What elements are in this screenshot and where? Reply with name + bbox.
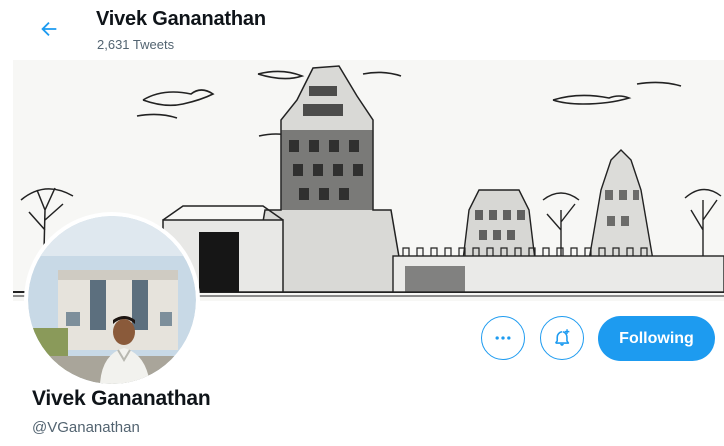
profile-handle: @VGananathan: [32, 419, 140, 436]
header-title: Vivek Gananathan: [96, 8, 266, 30]
arrow-left-icon: [41, 21, 57, 37]
profile-name: Vivek Gananathan: [32, 387, 211, 410]
profile-header-bar: Vivek Gananathan 2,631 Tweets: [0, 0, 724, 58]
notifications-button[interactable]: [540, 316, 584, 360]
back-button[interactable]: [36, 16, 62, 42]
following-button[interactable]: Following: [598, 316, 715, 361]
avatar-photo: [28, 216, 196, 384]
profile-avatar[interactable]: [28, 216, 196, 384]
tweet-count: 2,631 Tweets: [97, 37, 175, 52]
more-options-button[interactable]: [481, 316, 525, 360]
bell-plus-icon: [554, 329, 570, 346]
ellipsis-icon: [495, 336, 511, 340]
